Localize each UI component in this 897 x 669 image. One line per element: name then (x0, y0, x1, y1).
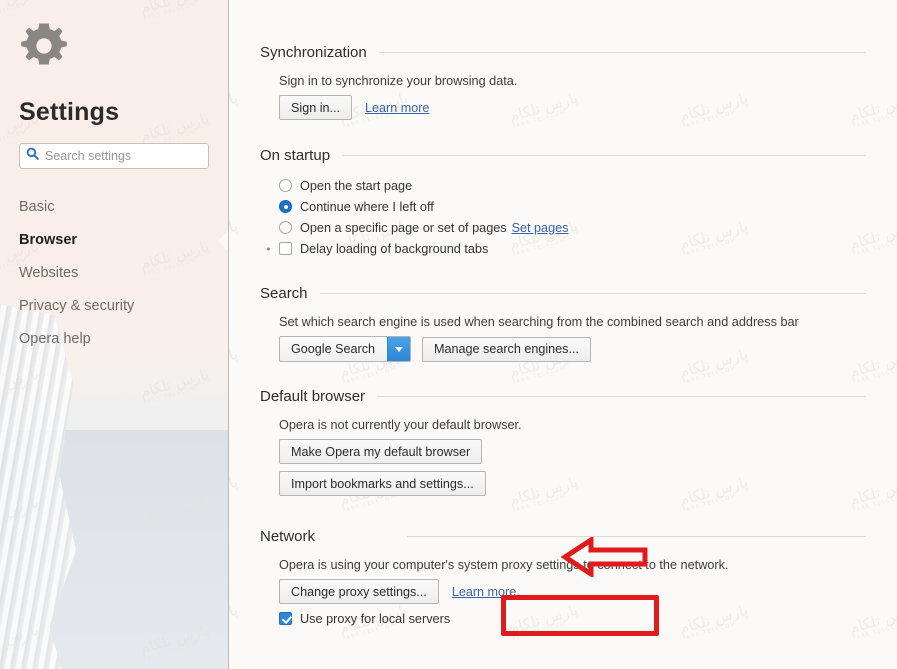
network-description: Opera is using your computer's system pr… (279, 558, 729, 572)
set-pages-link[interactable]: Set pages (512, 221, 569, 235)
default-browser-actions: Make Opera my default browser Import boo… (279, 439, 866, 503)
section-heading-on-startup: On startup (260, 147, 866, 164)
section-network: Network Opera is using your computer's s… (260, 503, 866, 629)
search-engine-select[interactable]: Google Search (279, 336, 412, 362)
checkbox-icon-checked (279, 612, 292, 625)
section-divider (377, 396, 866, 397)
search-description: Set which search engine is used when sea… (279, 315, 799, 329)
section-heading-network: Network (260, 528, 866, 545)
sidebar: پارس تلکامPARS TELECOM پارس تلکامPARS TEL… (0, 0, 229, 669)
section-default-browser: Default browser Opera is not currently y… (260, 362, 866, 503)
sync-learn-more-link[interactable]: Learn more (365, 101, 429, 115)
section-divider (407, 536, 866, 537)
sign-in-button[interactable]: Sign in... (279, 95, 353, 120)
gear-icon (18, 20, 70, 77)
section-synchronization: Synchronization Sign in to synchronize y… (260, 0, 866, 120)
section-on-startup: On startup Open the start page Continue … (260, 120, 866, 259)
option-label: Open a specific page or set of pages (300, 220, 507, 235)
watermark-text: پارس تلکامPARS TELECOM (138, 492, 211, 535)
option-label: Use proxy for local servers (300, 611, 451, 626)
checkbox-use-proxy-local-servers[interactable]: Use proxy for local servers (279, 608, 866, 629)
search-engine-actions: Google Search Manage search engines... (279, 336, 866, 362)
search-settings-box[interactable]: Search settings (19, 143, 209, 169)
search-input[interactable]: Search settings (45, 150, 131, 163)
section-heading-default-browser: Default browser (260, 388, 866, 405)
bullet-dot-icon (267, 247, 270, 250)
settings-window: پارس تلکامPARS TELECOM پارس تلکامPARS TEL… (0, 0, 897, 669)
chevron-down-icon[interactable] (387, 337, 411, 361)
radio-open-start-page[interactable]: Open the start page (279, 175, 866, 196)
change-proxy-settings-button[interactable]: Change proxy settings... (279, 579, 439, 604)
option-label: Continue where I left off (300, 199, 434, 214)
radio-continue-where-left-off[interactable]: Continue where I left off (279, 196, 866, 217)
section-divider (319, 293, 866, 294)
option-label: Delay loading of background tabs (300, 241, 489, 256)
sidebar-item-label: Basic (19, 199, 55, 215)
sidebar-item-label: Opera help (19, 331, 91, 347)
startup-options: Open the start page Continue where I lef… (267, 175, 866, 259)
radio-icon (279, 221, 292, 234)
gear-icon-wrapper (0, 0, 228, 96)
network-options: Use proxy for local servers (279, 608, 866, 629)
section-heading-synchronization: Synchronization (260, 44, 866, 61)
section-search: Search Set which search engine is used w… (260, 259, 866, 362)
manage-search-engines-button[interactable]: Manage search engines... (422, 336, 591, 362)
sidebar-item-privacy-security[interactable]: Privacy & security (0, 290, 228, 323)
watermark-text: پارس تلکامPARS TELECOM (138, 620, 211, 663)
section-divider (342, 155, 866, 156)
sync-actions: Sign in... Learn more (279, 95, 866, 120)
watermark-text: پارس تلکامPARS TELECOM (0, 620, 41, 663)
radio-icon-selected (279, 200, 292, 213)
sync-description: Sign in to synchronize your browsing dat… (279, 74, 518, 88)
radio-open-specific-pages[interactable]: Open a specific page or set of pages Set… (279, 217, 866, 238)
sidebar-item-label: Privacy & security (19, 298, 135, 314)
sidebar-item-label: Browser (19, 232, 78, 248)
page-title: Settings (19, 98, 120, 126)
section-heading-search: Search (260, 285, 866, 302)
settings-content: پارس تلکامPARS TELECOMپارس تلکامPARS TEL… (229, 0, 897, 669)
checkbox-delay-loading-background-tabs[interactable]: Delay loading of background tabs (267, 238, 866, 259)
sidebar-nav: Basic Browser Websites Privacy & securit… (0, 191, 228, 356)
sidebar-item-browser[interactable]: Browser (0, 224, 228, 257)
sidebar-item-basic[interactable]: Basic (0, 191, 228, 224)
section-divider (378, 52, 866, 53)
checkbox-icon (279, 242, 292, 255)
watermark-text: پارس تلکامPARS TELECOM (0, 492, 41, 535)
import-bookmarks-settings-button[interactable]: Import bookmarks and settings... (279, 471, 486, 496)
watermark-text: پارس تلکامPARS TELECOM (0, 364, 41, 407)
active-item-marker-icon (218, 229, 228, 252)
search-icon (26, 147, 39, 165)
network-learn-more-link[interactable]: Learn more (452, 585, 516, 599)
default-browser-description: Opera is not currently your default brow… (279, 418, 522, 432)
make-opera-default-button[interactable]: Make Opera my default browser (279, 439, 483, 464)
watermark-text: پارس تلکامPARS TELECOM (138, 364, 211, 407)
sidebar-item-websites[interactable]: Websites (0, 257, 228, 290)
search-engine-selected-value: Google Search (291, 342, 376, 356)
radio-icon (279, 179, 292, 192)
sidebar-item-label: Websites (19, 265, 79, 281)
network-actions: Change proxy settings... Learn more (279, 579, 866, 604)
sidebar-item-opera-help[interactable]: Opera help (0, 323, 228, 356)
option-label: Open the start page (300, 178, 413, 193)
